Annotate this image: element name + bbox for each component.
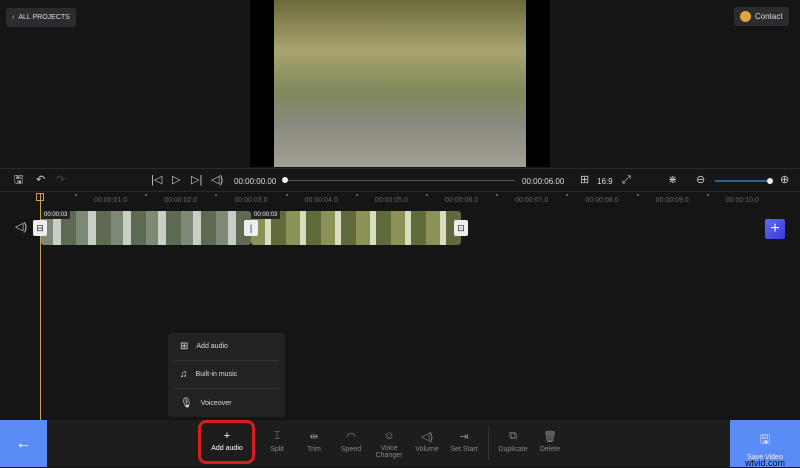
ruler-dot	[496, 194, 499, 196]
tool-delete[interactable]: 🗑 Delete	[530, 430, 570, 453]
timeline-ruler: 00:00:01.0 00:00:02.0 00:00:03.0 00:00:04.0…	[0, 193, 800, 209]
music-icon: ♫	[180, 369, 188, 380]
ruler-dot	[636, 194, 639, 196]
microphone-icon: 🎙	[180, 397, 193, 409]
ruler-dot	[706, 194, 709, 196]
tool-icon: +	[223, 430, 231, 442]
divider	[488, 426, 489, 460]
back-button[interactable]: ←	[0, 420, 47, 467]
ruler-dot	[426, 194, 428, 196]
tool-trim[interactable]: ⇹ Trim	[294, 430, 334, 453]
play-icon[interactable]: ▷	[172, 175, 180, 186]
tool-icon: ☺	[383, 430, 395, 442]
ruler-tick: 00:00:09.0	[655, 197, 689, 204]
menu-item-add-audio[interactable]: ⊞ Add audio	[174, 333, 279, 361]
ruler-tick: 00:00:05.0	[374, 197, 408, 204]
preview-frame	[274, 0, 526, 167]
fullscreen-icon[interactable]: ⤢	[622, 175, 631, 186]
tool-set-start[interactable]: ⇥ Set Start	[444, 430, 484, 453]
aspect-ratio-icon[interactable]: ⊞	[580, 175, 589, 186]
ruler-dot	[145, 194, 148, 196]
clip-duration: 00:00:03	[41, 211, 71, 219]
avatar-icon	[740, 11, 751, 22]
ruler-dot	[75, 194, 77, 196]
tool-volume[interactable]: ◁) Volume	[407, 430, 447, 453]
zoom-handle[interactable]	[767, 178, 773, 184]
ruler-dot	[215, 194, 218, 196]
tool-icon: ⌶	[273, 430, 281, 442]
tool-icon: ⇥	[459, 431, 469, 443]
tool-icon: 🗑	[543, 431, 557, 443]
ruler-tick: 00:00:07.0	[515, 197, 549, 204]
menu-item-built-in-music[interactable]: ♫ Built-in music	[174, 361, 279, 389]
chevron-left-icon: ‹	[12, 14, 15, 21]
tool-icon: ◠	[346, 431, 356, 443]
ruler-tick: 00:00:04.0	[304, 197, 338, 204]
clip-end-handle[interactable]: ⊡	[454, 220, 468, 236]
tool-speed[interactable]: ◠ Speed	[331, 430, 371, 453]
ruler-dot	[566, 194, 569, 196]
tool-icon: ⧉	[509, 430, 517, 442]
save-icon[interactable]: 🖫	[14, 175, 23, 186]
ruler-tick: 00:00:08.0	[585, 197, 619, 204]
volume-icon[interactable]: ◁)	[211, 175, 223, 186]
ruler-dot	[355, 194, 358, 196]
file-plus-icon: ⊞	[180, 341, 189, 352]
total-time: 00:00:06.00	[522, 177, 565, 186]
undo-icon[interactable]: ↶	[36, 175, 45, 186]
ruler-tick: 00:00:02.0	[164, 197, 198, 204]
video-clip[interactable]: 00:00:03	[251, 211, 461, 245]
ruler-tick: 00:00:10.0	[725, 197, 759, 204]
skip-back-icon[interactable]: |◁	[151, 175, 162, 186]
video-clip[interactable]: 00:00:03	[41, 211, 251, 245]
save-icon: 🖫	[759, 432, 771, 446]
zoom-out-icon[interactable]: ⊖	[696, 175, 705, 186]
clip-start-handle[interactable]: ⊟	[33, 220, 47, 236]
playhead-handle[interactable]	[36, 193, 44, 201]
save-video-button[interactable]: 🖫 Save Video wtvid.com	[730, 420, 800, 468]
track-volume-icon[interactable]: ◁)	[15, 222, 27, 233]
bottom-toolbar: ← 🖫 Save Video wtvid.com + Add audio ⌶ Spli…	[0, 420, 800, 468]
menu-item-voiceover[interactable]: 🎙 Voiceover	[174, 389, 279, 417]
zoom-in-icon[interactable]: ⊕	[780, 175, 789, 186]
all-projects-button[interactable]: ‹ ALL PROJECTS	[6, 8, 76, 27]
aspect-ratio[interactable]: 16:9	[597, 177, 613, 186]
redo-icon[interactable]: ↷	[56, 175, 65, 186]
transition-handle[interactable]: |	[244, 220, 258, 236]
ruler-tick: 00:00:03.0	[234, 197, 268, 204]
add-audio-menu: ⊞ Add audio ♫ Built-in music 🎙 Voiceover	[168, 333, 285, 417]
tool-icon: ◁)	[420, 431, 434, 443]
tool-duplicate[interactable]: ⧉ Duplicate	[493, 430, 533, 453]
clip-duration: 00:00:03	[251, 211, 281, 219]
tool-voice-changer[interactable]: ☺ Voice Changer	[369, 430, 409, 459]
snap-icon[interactable]: ⋇	[668, 175, 677, 186]
current-time: 00:00:00.00	[234, 177, 277, 186]
contact-button[interactable]: Contact	[734, 7, 789, 26]
tool-icon: ⇹	[309, 431, 319, 443]
ruler-tick: 00:00:06.0	[445, 197, 479, 204]
player-toolbar: 🖫 ↶ ↷ |◁ ▷ ▷| ◁) 00:00:00.00 00:00:06.00…	[0, 168, 800, 192]
add-track-button[interactable]: +	[765, 219, 785, 239]
tool-add-audio[interactable]: + Add audio	[207, 430, 247, 452]
zoom-slider[interactable]	[715, 178, 773, 184]
skip-forward-icon[interactable]: ▷|	[191, 175, 202, 186]
tool-split[interactable]: ⌶ Split	[257, 430, 297, 453]
ruler-dot	[285, 194, 288, 196]
progress-handle[interactable]	[282, 177, 288, 183]
ruler-tick: 00:00:01.0	[94, 197, 128, 204]
progress-slider[interactable]	[282, 177, 515, 183]
